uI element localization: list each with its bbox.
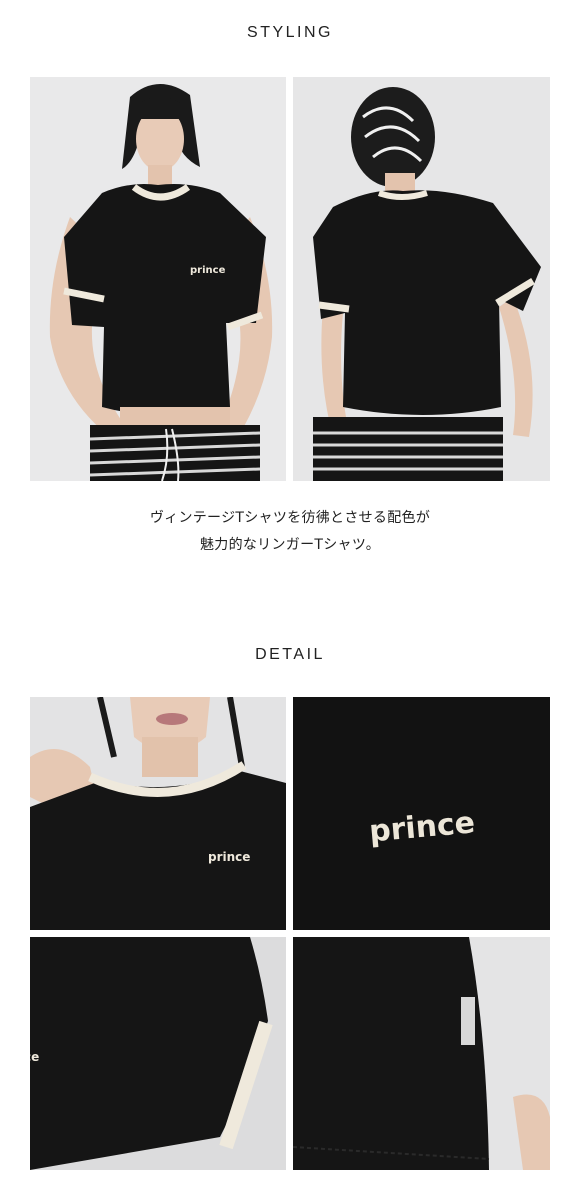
shirt-logo-partial: ce xyxy=(30,1050,39,1064)
detail-logo-photo: prince xyxy=(293,697,550,930)
shirt-logo-text: prince xyxy=(208,850,250,864)
styling-back-photo xyxy=(293,77,550,481)
detail-hem-photo xyxy=(293,937,550,1170)
detail-collar-photo: prince xyxy=(30,697,286,930)
detail-sleeve-photo: ce xyxy=(30,937,286,1170)
shirt-logo-text: prince xyxy=(190,265,226,276)
caption-line-1: ヴィンテージTシャツを彷彿とさせる配色が xyxy=(149,510,431,526)
styling-section-title: STYLING xyxy=(247,24,333,41)
care-tag xyxy=(461,997,475,1045)
detail-section-title: DETAIL xyxy=(255,646,325,663)
caption-line-2: 魅力的なリンガーTシャツ。 xyxy=(199,537,381,553)
styling-front-photo: prince xyxy=(30,77,286,481)
